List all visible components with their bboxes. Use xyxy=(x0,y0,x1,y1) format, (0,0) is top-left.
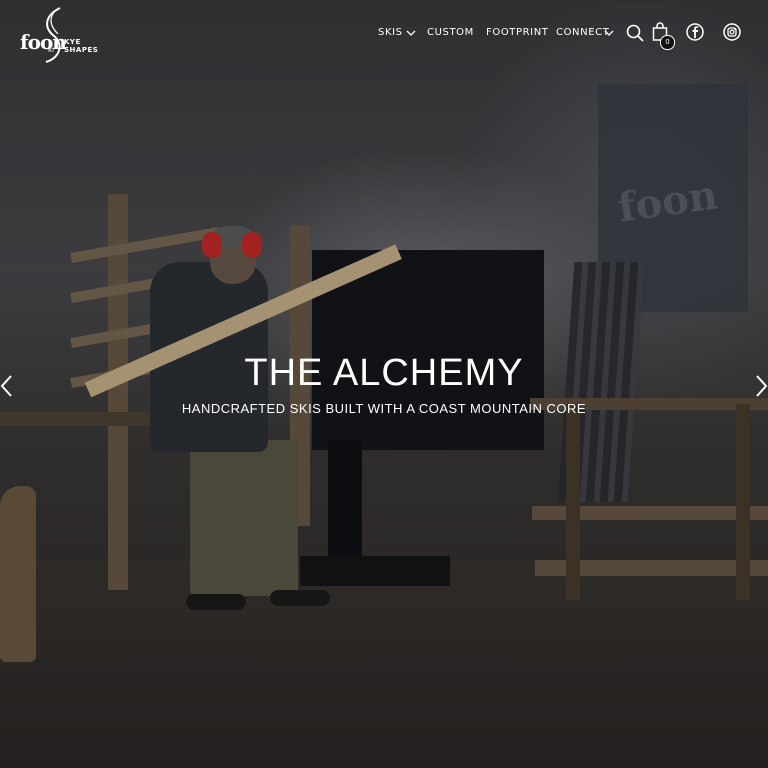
nav-connect[interactable]: CONNECT xyxy=(556,27,609,38)
hero-subtitle: HANDCRAFTED SKIS BUILT WITH A COAST MOUN… xyxy=(181,401,587,416)
instagram-icon[interactable] xyxy=(723,23,741,41)
cart-count-badge: 0 xyxy=(660,35,675,50)
chevron-left-icon[interactable] xyxy=(0,374,14,398)
site-logo[interactable]: foon ki KYE SHAPES xyxy=(20,6,112,64)
facebook-icon[interactable] xyxy=(686,23,704,41)
hero-title: THE ALCHEMY xyxy=(244,352,524,394)
search-icon[interactable] xyxy=(626,24,644,42)
logo-sub: ki xyxy=(48,46,54,54)
nav-custom[interactable]: CUSTOM xyxy=(427,27,474,38)
logo-tagline: KYE SHAPES xyxy=(64,38,99,54)
chevron-right-icon[interactable] xyxy=(754,374,768,398)
chevron-down-icon[interactable] xyxy=(406,28,416,38)
logo-text: foon xyxy=(20,30,67,54)
site-header: foon ki KYE SHAPES SKIS CUSTOM FOOTPRINT… xyxy=(0,0,768,66)
nav-skis[interactable]: SKIS xyxy=(378,27,403,38)
hero-slide: foon THE ALCHEMY HANDCRAFTED SKIS BUILT … xyxy=(0,0,768,768)
chevron-down-icon[interactable] xyxy=(604,28,614,38)
nav-footprint[interactable]: FOOTPRINT xyxy=(486,27,549,38)
